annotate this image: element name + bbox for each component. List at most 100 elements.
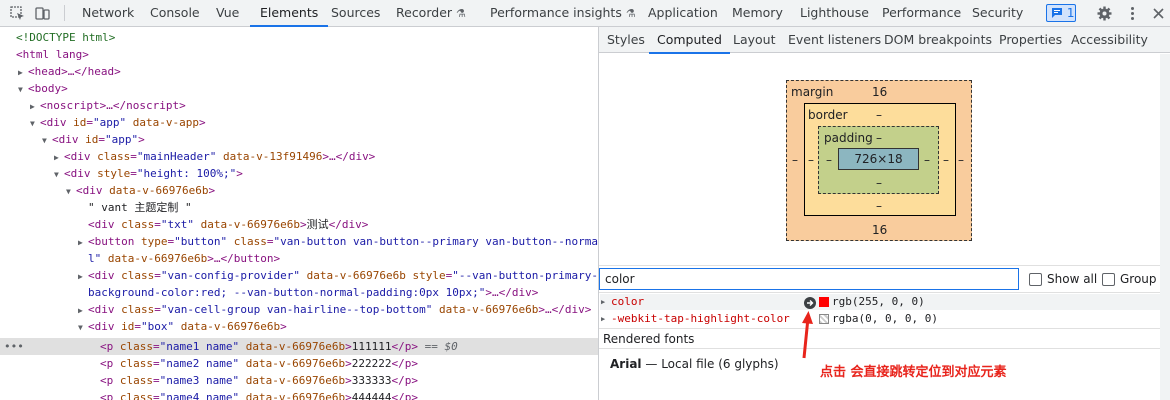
dom-node-config-cont[interactable]: background-color:red; --van-button-norma…	[0, 284, 538, 301]
tab-layout[interactable]: Layout	[733, 27, 776, 53]
tab-lighthouse[interactable]: Lighthouse	[800, 0, 869, 26]
dom-node-button[interactable]: ▶ <button type="button" class="van-button…	[0, 233, 598, 250]
tag-open: <div	[64, 150, 98, 163]
dom-node-p-name1-selected[interactable]: ••• <p class="name1 name" data-v-66976e6b…	[0, 338, 598, 355]
tab-sources[interactable]: Sources	[331, 0, 380, 26]
expand-arrow-icon[interactable]: ▶	[54, 149, 64, 166]
dom-node-mainheader[interactable]: ▶ <div class="mainHeader" data-v-13f91496…	[0, 148, 375, 165]
border-right-value[interactable]: –	[943, 153, 949, 167]
margin-bottom-value[interactable]: 16	[872, 223, 887, 237]
tab-security[interactable]: Security	[972, 0, 1023, 26]
collapse-arrow-icon[interactable]: ▼	[66, 183, 76, 200]
dom-node-p-name2[interactable]: <p class="name2 name" data-v-66976e6b>22…	[0, 355, 418, 372]
padding-left-value[interactable]: –	[826, 153, 832, 167]
tab-network[interactable]: Network	[82, 0, 134, 26]
color-swatch[interactable]	[819, 314, 829, 324]
border-top-value[interactable]: –	[876, 108, 882, 122]
tag-open: <div	[88, 320, 122, 333]
expand-arrow-icon[interactable]: ▶	[18, 64, 28, 81]
tab-properties[interactable]: Properties	[999, 27, 1062, 53]
group-label: Group	[1120, 272, 1157, 286]
styles-pane-scrollbar[interactable]	[1160, 54, 1170, 400]
computed-prop-tap-highlight[interactable]: ▶ -webkit-tap-highlight-color	[600, 311, 790, 327]
tab-memory[interactable]: Memory	[732, 0, 783, 26]
dom-node-head[interactable]: ▶ <head>…</head>	[0, 63, 121, 80]
padding-bottom-value[interactable]: –	[876, 176, 882, 190]
expand-arrow-icon[interactable]: ▶	[601, 294, 605, 310]
color-swatch[interactable]	[819, 297, 829, 307]
tab-performance-insights[interactable]: Performance insights ⚗	[490, 0, 636, 26]
expand-arrow-icon[interactable]: ▶	[78, 302, 88, 319]
tab-computed[interactable]: Computed	[649, 27, 730, 54]
more-actions-icon[interactable]: •••	[4, 338, 24, 355]
margin-top-value[interactable]: 16	[872, 85, 887, 99]
device-toolbar-icon[interactable]	[34, 5, 51, 22]
font-dash: —	[645, 357, 658, 371]
dom-node-config-provider[interactable]: ▶ <div class="van-config-provider" data-v…	[0, 267, 598, 284]
collapse-arrow-icon[interactable]: ▼	[78, 319, 88, 336]
attr-value: l"	[88, 252, 102, 265]
dom-node-div-66976e6b[interactable]: ▼ <div data-v-66976e6b>	[0, 182, 215, 199]
issues-badge[interactable]: 1	[1046, 4, 1076, 22]
expand-arrow-icon[interactable]: ▶	[78, 268, 88, 285]
dom-node-button-cont[interactable]: l" data-v-66976e6b>…</button>	[0, 250, 280, 267]
tab-styles[interactable]: Styles	[607, 27, 645, 53]
close-devtools-icon[interactable]	[1150, 5, 1167, 22]
group-checkbox[interactable]	[1102, 273, 1115, 286]
toolbar-divider	[64, 5, 65, 21]
tag-close: >	[138, 133, 145, 146]
panel-splitter[interactable]	[598, 27, 599, 400]
collapse-arrow-icon[interactable]: ▼	[18, 81, 28, 98]
settings-gear-icon[interactable]	[1096, 5, 1113, 22]
tab-accessibility[interactable]: Accessibility	[1071, 27, 1148, 53]
dom-node-doctype[interactable]: <!DOCTYPE html>	[0, 29, 115, 46]
border-bottom-value[interactable]: –	[876, 199, 882, 213]
tab-vue[interactable]: Vue	[216, 0, 239, 26]
dom-node-div-app-inner[interactable]: ▼ <div id="app">	[0, 131, 145, 148]
text-node: 111111	[351, 340, 392, 353]
tab-elements[interactable]: Elements	[249, 0, 329, 27]
dom-node-noscript[interactable]: ▶ <noscript>…</noscript>	[0, 97, 186, 114]
padding-top-value[interactable]: –	[876, 131, 882, 145]
expand-arrow-icon[interactable]: ▶	[601, 311, 605, 327]
computed-filter-input[interactable]: color	[599, 268, 1019, 290]
box-model-content[interactable]: 726×18	[838, 148, 919, 170]
tag-close: </p>	[391, 391, 418, 400]
tab-performance[interactable]: Performance	[882, 0, 961, 26]
dom-node-text[interactable]: " vant 主题定制 "	[0, 199, 192, 216]
tag-open: <div	[88, 303, 122, 316]
attr-name: class	[121, 218, 155, 231]
dom-node-cell-group[interactable]: ▶ <div class="van-cell-group van-hairline…	[0, 301, 591, 318]
dom-node-p-name3[interactable]: <p class="name3 name" data-v-66976e6b>33…	[0, 372, 418, 389]
dom-node-html[interactable]: <html lang>	[0, 46, 89, 63]
tab-event-listeners[interactable]: Event listeners	[788, 27, 881, 53]
dom-tree: <!DOCTYPE html> <html lang> ▶ <head>…</he…	[0, 27, 598, 400]
more-options-icon[interactable]	[1124, 5, 1141, 22]
go-to-declaration-icon[interactable]	[804, 297, 816, 309]
collapse-arrow-icon[interactable]: ▼	[30, 115, 40, 132]
padding-right-value[interactable]: –	[924, 153, 930, 167]
margin-right-value[interactable]: –	[958, 153, 964, 167]
inspect-element-icon[interactable]	[9, 5, 26, 22]
tab-console[interactable]: Console	[150, 0, 200, 26]
border-left-value[interactable]: –	[808, 153, 814, 167]
dom-node-p-name4[interactable]: <p class="name4 name" data-v-66976e6b>44…	[0, 389, 418, 400]
dom-node-div-txt[interactable]: <div class="txt" data-v-66976e6b>测试</div…	[0, 216, 368, 233]
prop-value: rgba(0, 0, 0, 0)	[832, 312, 938, 325]
tab-dom-breakpoints[interactable]: DOM breakpoints	[884, 27, 992, 53]
expand-arrow-icon[interactable]: ▶	[30, 98, 40, 115]
collapse-arrow-icon[interactable]: ▼	[42, 132, 52, 149]
tab-recorder[interactable]: Recorder ⚗	[396, 0, 466, 26]
attr-value: "van-cell-group van-hairline--top-bottom…	[160, 303, 433, 316]
collapse-arrow-icon[interactable]: ▼	[54, 166, 64, 183]
expand-arrow-icon[interactable]: ▶	[78, 234, 88, 251]
attr-name: class	[121, 269, 155, 282]
attr-value: "app"	[105, 133, 139, 146]
dom-node-body[interactable]: ▼ <body>	[0, 80, 68, 97]
tab-application[interactable]: Application	[648, 0, 718, 26]
dom-node-div-app-outer[interactable]: ▼ <div id="app" data-v-app>	[0, 114, 206, 131]
dom-node-div-height[interactable]: ▼ <div style="height: 100%;">	[0, 165, 243, 182]
dom-node-box[interactable]: ▼ <div id="box" data-v-66976e6b>	[0, 318, 287, 335]
show-all-checkbox[interactable]	[1029, 273, 1042, 286]
margin-left-value[interactable]: –	[792, 153, 798, 167]
